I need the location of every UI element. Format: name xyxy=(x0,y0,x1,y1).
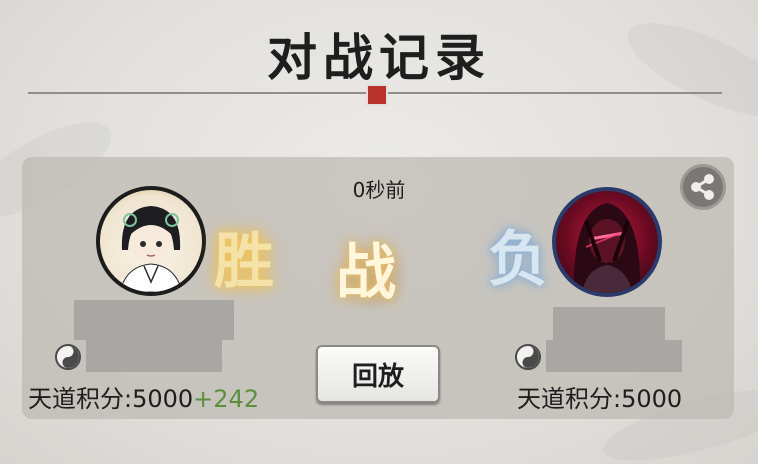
left-player-name xyxy=(74,300,234,340)
right-player-title xyxy=(546,340,682,372)
left-score-delta: +242 xyxy=(193,385,260,413)
left-score-value: 天道积分:5000 xyxy=(28,385,194,413)
left-player-title xyxy=(86,340,222,372)
right-player-avatar[interactable] xyxy=(552,187,662,297)
taiji-icon xyxy=(55,344,81,370)
taiji-icon xyxy=(515,344,541,370)
match-time: 0秒前 xyxy=(352,178,406,202)
right-player-score: 天道积分:5000 xyxy=(517,385,683,413)
vs-label: 战 xyxy=(336,238,396,308)
result-lose: 负 xyxy=(488,225,548,295)
right-player-name xyxy=(553,307,665,341)
seal-icon xyxy=(366,84,388,106)
page-title: 对战记录 xyxy=(267,28,491,87)
left-avatar-art xyxy=(119,206,183,292)
left-player-avatar[interactable] xyxy=(96,186,206,296)
replay-button[interactable]: 回放 xyxy=(316,345,440,403)
right-avatar-art xyxy=(573,203,641,293)
share-button[interactable] xyxy=(680,164,726,210)
share-icon xyxy=(691,174,714,200)
left-player-score: 天道积分:5000+242 xyxy=(28,379,259,414)
result-win: 胜 xyxy=(214,227,274,297)
